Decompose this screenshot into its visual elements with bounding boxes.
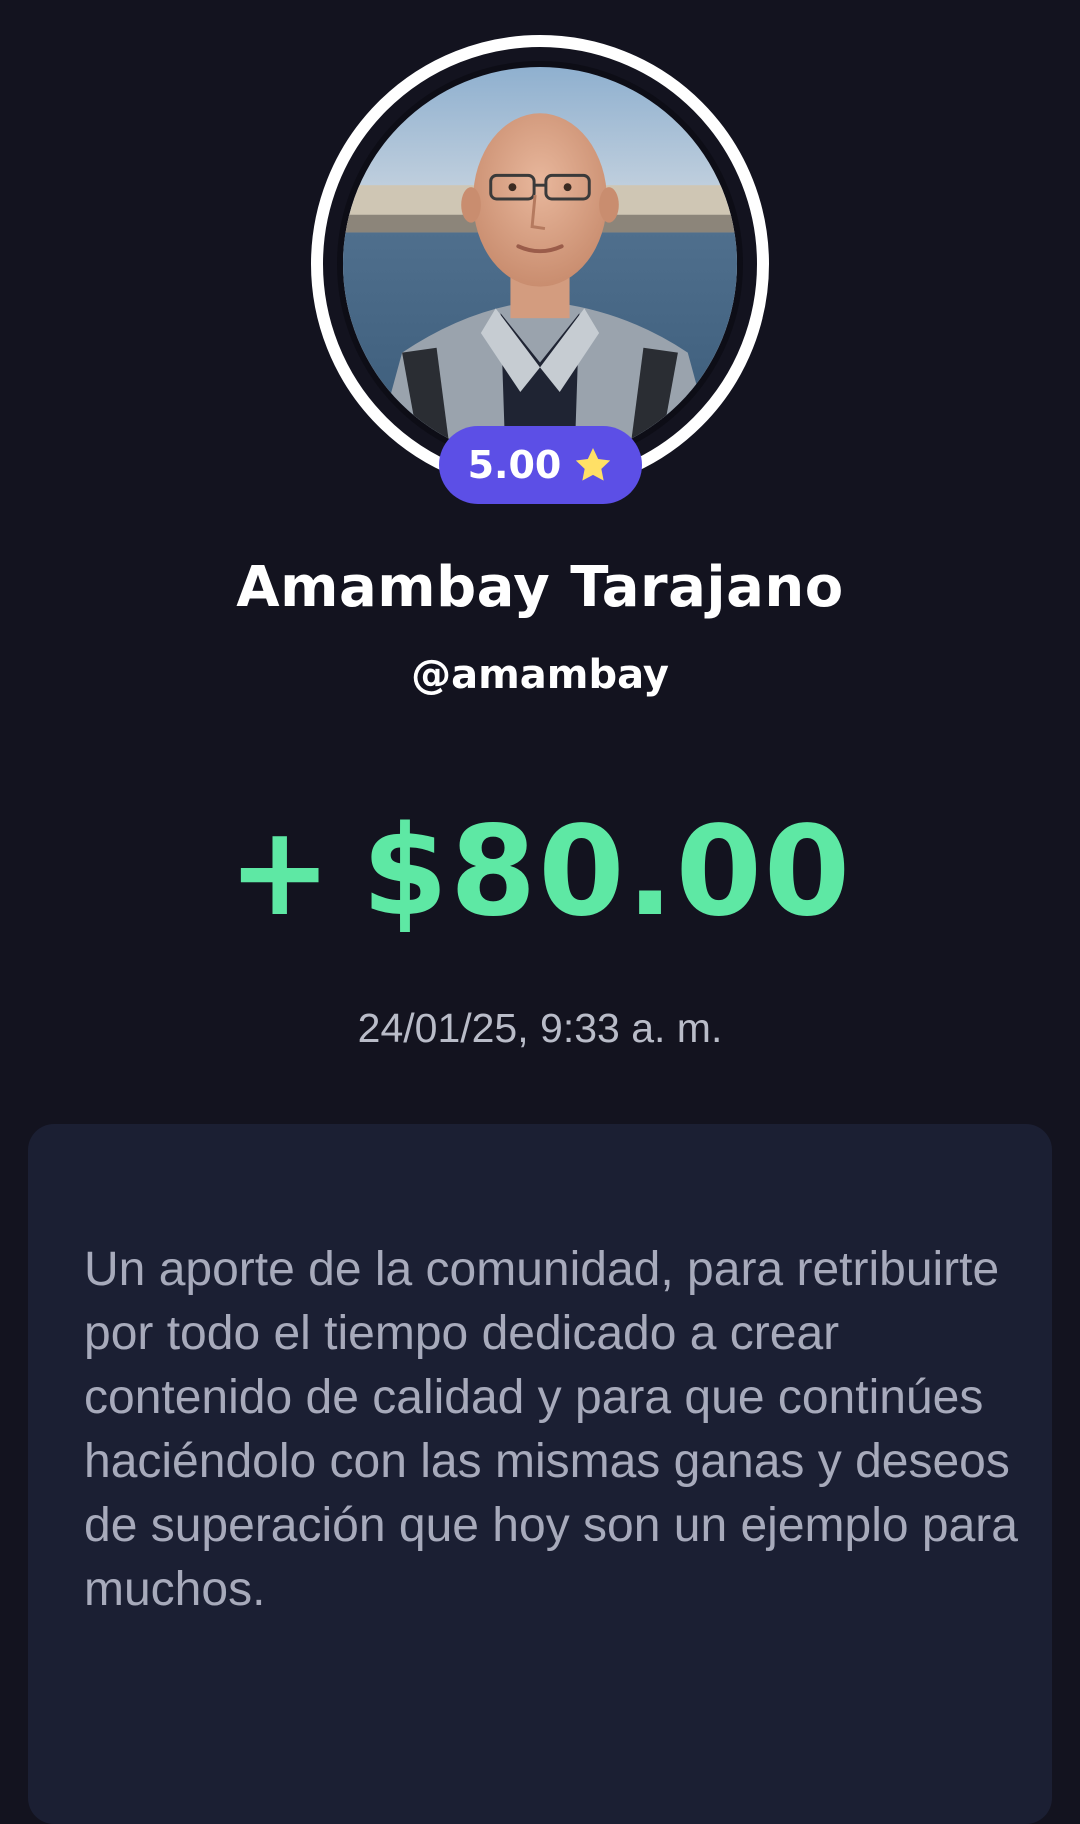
transaction-timestamp: 24/01/25, 9:33 a. m. — [357, 1005, 723, 1051]
amount-value: $80.00 — [361, 800, 853, 944]
avatar-ring — [311, 35, 769, 493]
avatar-image — [343, 67, 737, 461]
message-text: Un aporte de la comunidad, para retribui… — [84, 1243, 1018, 1616]
star-icon — [576, 448, 611, 481]
rating-badge: 5.00 — [439, 426, 642, 504]
avatar[interactable] — [337, 61, 743, 467]
amount-sign: + — [227, 800, 334, 944]
rating-value: 5.00 — [467, 443, 562, 487]
message-card: Un aporte de la comunidad, para retribui… — [28, 1124, 1052, 1824]
profile-name: Amambay Tarajano — [236, 555, 844, 620]
profile-handle[interactable]: @amambay — [0, 652, 1080, 698]
transaction-amount: + $80.00 — [0, 800, 1080, 944]
